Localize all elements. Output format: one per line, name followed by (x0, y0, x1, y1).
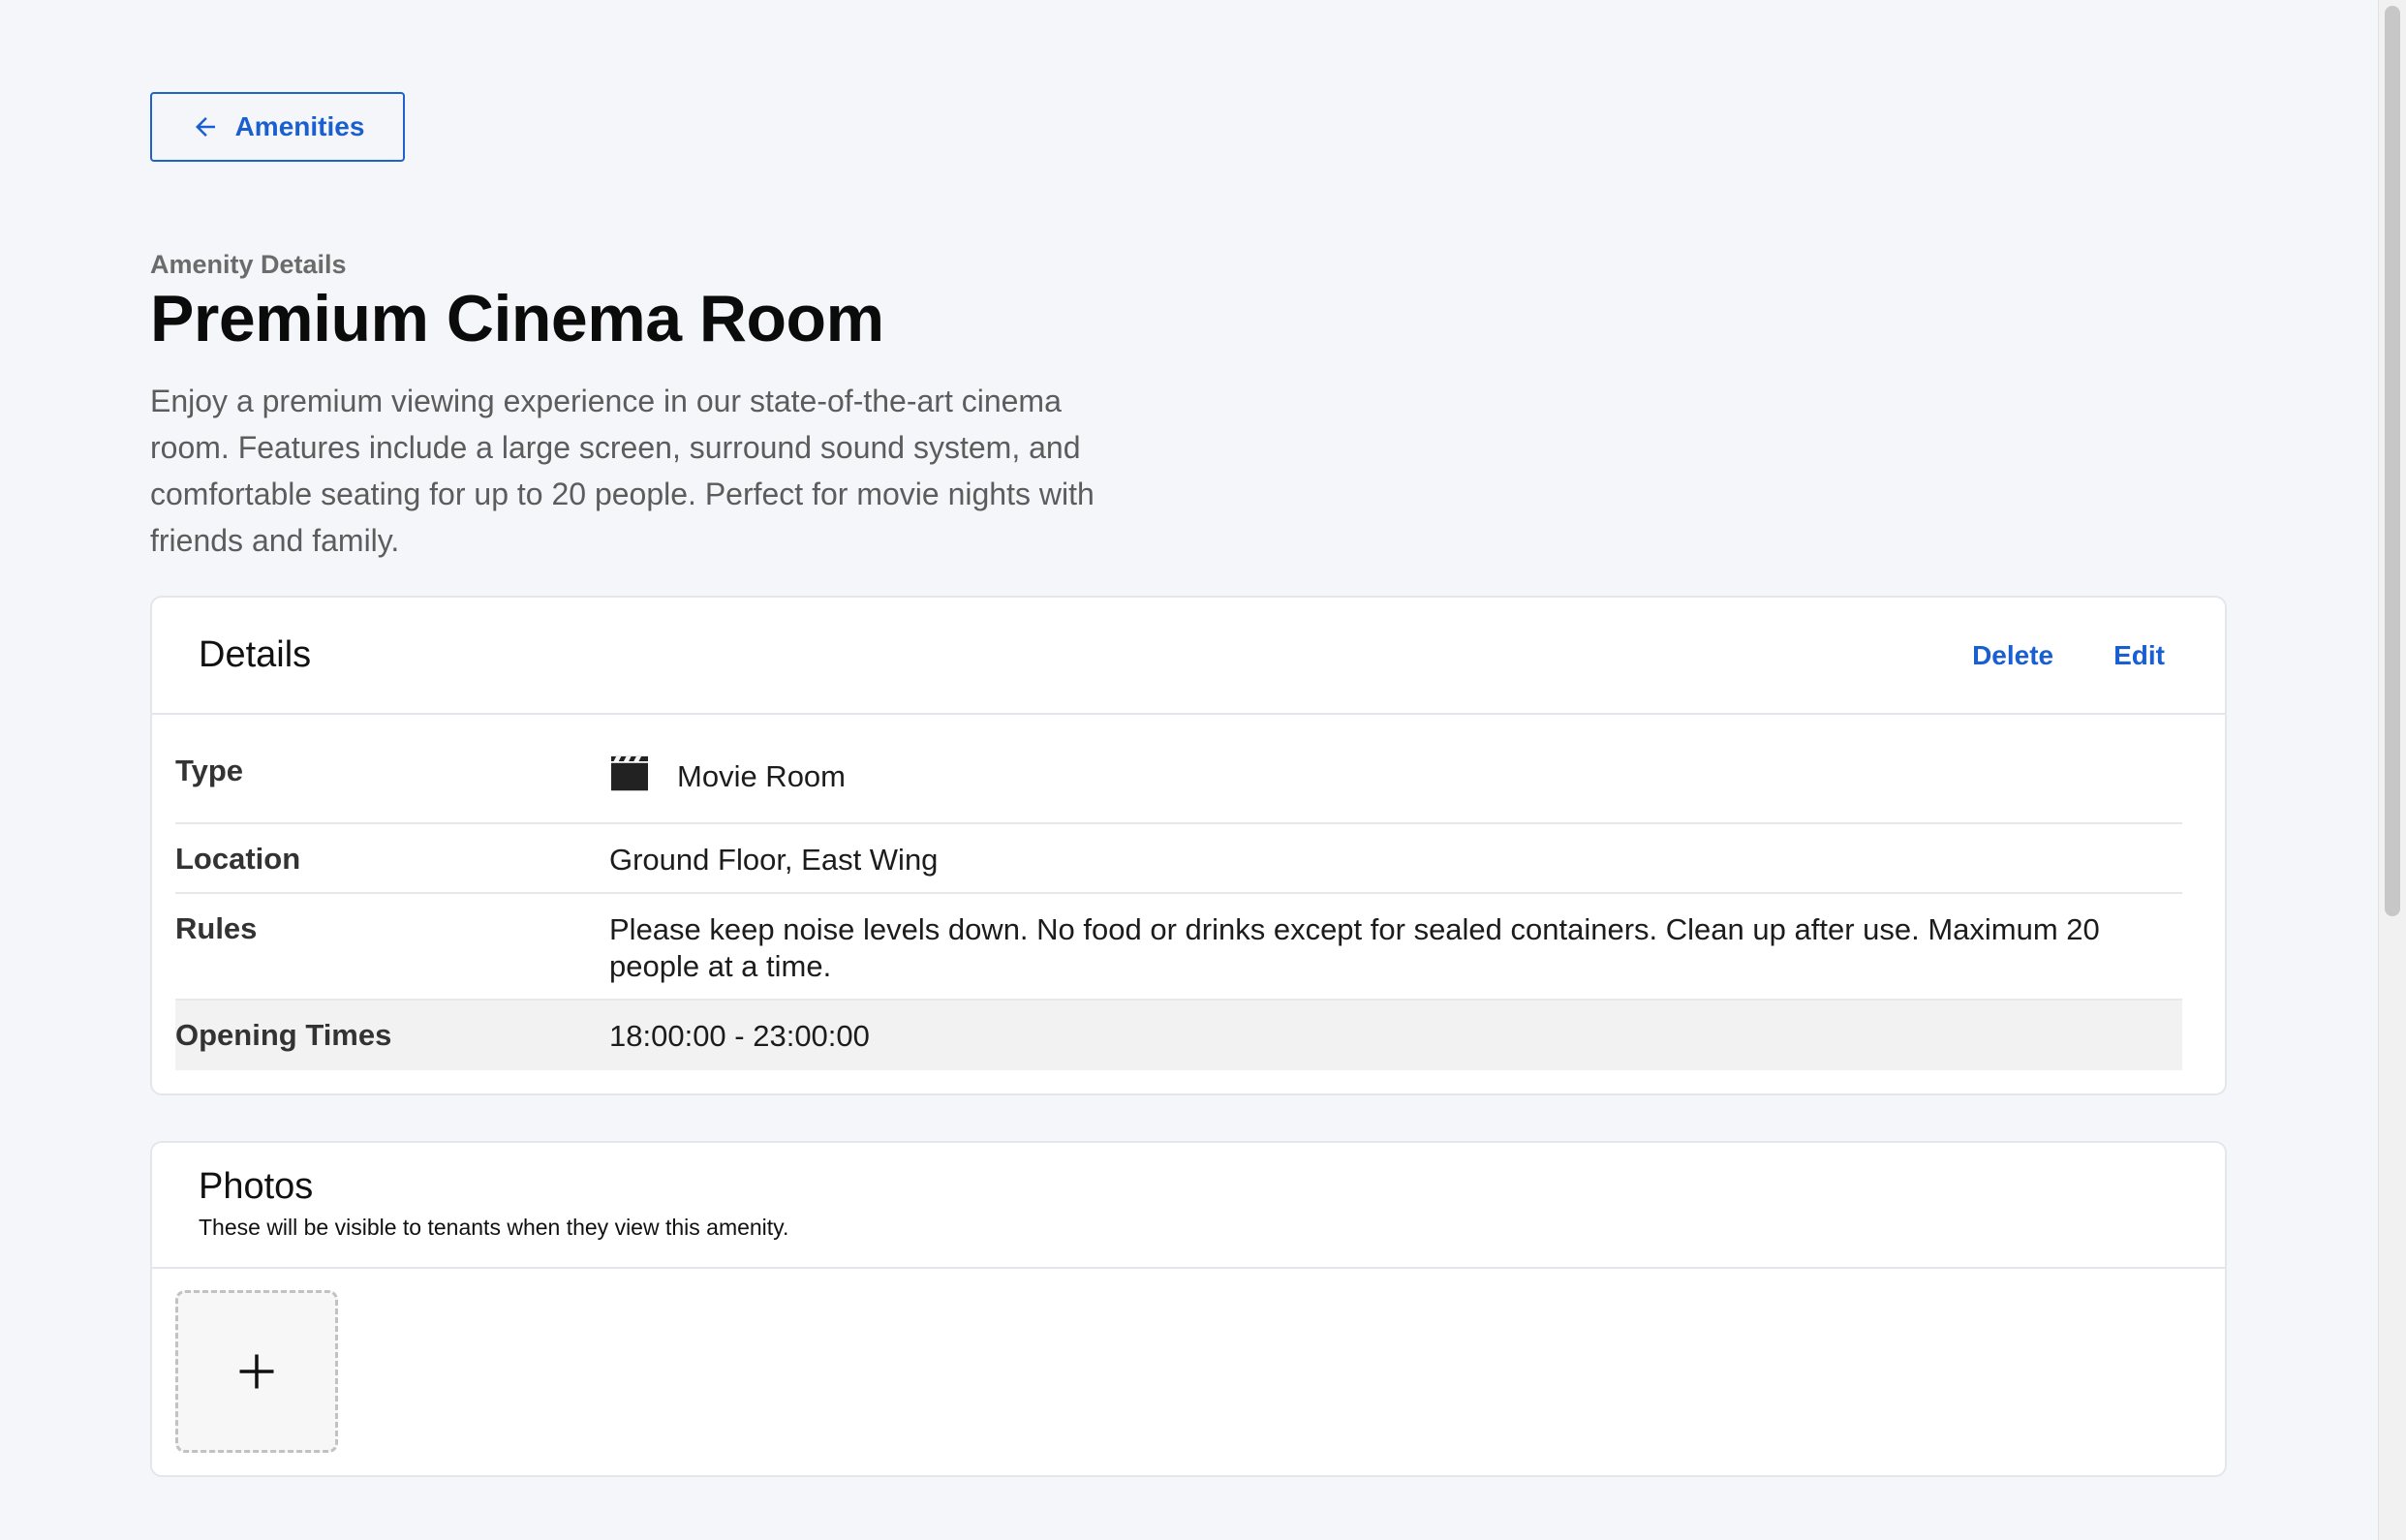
opening-times-value: 18:00:00 - 23:00:00 (609, 1019, 870, 1053)
page-eyebrow: Amenity Details (150, 250, 347, 279)
row-label: Location (175, 842, 301, 876)
details-table: Type Movie Room Location Ground Floor, E… (175, 715, 2182, 1070)
photos-subtitle: These will be visible to tenants when th… (199, 1215, 789, 1240)
page-scrollbar[interactable] (2378, 0, 2406, 1540)
details-card: Details Delete Edit Type Movie Room Loca… (150, 596, 2227, 1095)
edit-button[interactable]: Edit (2113, 640, 2165, 671)
amenity-description: Enjoy a premium viewing experience in ou… (150, 384, 1095, 558)
row-label: Type (175, 754, 244, 787)
details-row-location: Location Ground Floor, East Wing (175, 824, 2182, 894)
photos-card: Photos These will be visible to tenants … (150, 1141, 2227, 1477)
row-label: Opening Times (175, 1018, 392, 1052)
row-label: Rules (175, 911, 258, 945)
details-title: Details (199, 634, 312, 675)
scrollbar-thumb[interactable] (2385, 6, 2400, 916)
photos-card-header: Photos These will be visible to tenants … (152, 1143, 2225, 1269)
delete-button[interactable]: Delete (1972, 640, 2053, 671)
location-value: Ground Floor, East Wing (609, 843, 939, 877)
details-row-rules: Rules Please keep noise levels down. No … (175, 894, 2182, 1001)
add-photo-button[interactable] (175, 1290, 338, 1453)
row-value: Movie Room (609, 715, 2182, 822)
page-title: Premium Cinema Room (150, 282, 884, 355)
photos-title: Photos (199, 1166, 314, 1207)
details-row-opening-times: Opening Times 18:00:00 - 23:00:00 (175, 1001, 2182, 1070)
arrow-left-icon (195, 117, 215, 137)
clapperboard-icon (611, 755, 648, 791)
details-card-header: Details Delete Edit (152, 598, 2225, 715)
details-actions: Delete Edit (1972, 640, 2165, 671)
type-value: Movie Room (677, 759, 846, 793)
plus-icon (239, 1354, 274, 1389)
details-row-type: Type Movie Room (175, 715, 2182, 824)
back-to-amenities-button[interactable]: Amenities (150, 92, 405, 162)
rules-value: Please keep noise levels down. No food o… (609, 912, 2100, 983)
back-button-label: Amenities (234, 111, 365, 141)
